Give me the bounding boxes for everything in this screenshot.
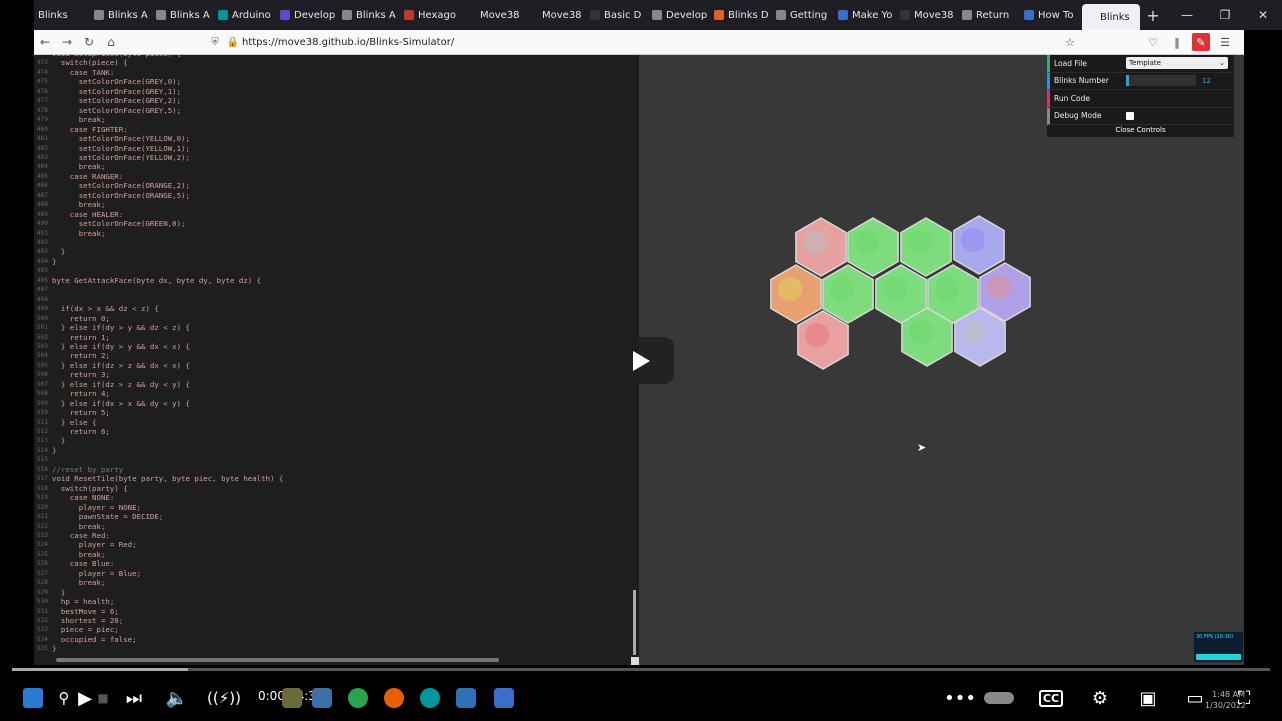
play-icon	[632, 350, 650, 371]
blink-tile[interactable]	[795, 217, 847, 277]
blink-tile-glow	[935, 277, 959, 301]
fullscreen-icon[interactable]: ⛶	[1230, 683, 1258, 713]
video-progress-loaded	[12, 668, 189, 671]
slider-fill	[1126, 75, 1129, 87]
blink-tile[interactable]	[822, 264, 874, 324]
blink-tile-glow	[805, 323, 829, 347]
blinks-number-slider[interactable]	[1126, 75, 1196, 87]
video-progress-bar[interactable]	[12, 668, 1270, 671]
blinks-number-row: Blinks Number 12	[1047, 72, 1234, 90]
blink-tile-glow	[961, 228, 985, 252]
run-code-label[interactable]: Run Code	[1054, 94, 1126, 103]
blink-tile[interactable]	[770, 264, 822, 324]
blink-tile[interactable]	[900, 217, 952, 277]
fps-bar	[1196, 654, 1241, 660]
more-options-icon[interactable]: •••	[944, 683, 976, 713]
autoplay-icon[interactable]: ((⚡))	[200, 683, 248, 713]
file-explorer-icon[interactable]	[282, 688, 302, 708]
load-file-value: Template	[1129, 59, 1161, 68]
blinks-number-label: Blinks Number	[1054, 76, 1109, 86]
fps-meter: 30 FPS (10-30)	[1194, 632, 1243, 662]
blink-tile[interactable]	[847, 217, 899, 277]
load-file-select[interactable]: Template ⌄	[1126, 57, 1228, 70]
blink-tile-glow	[803, 230, 827, 254]
firefox-icon[interactable]	[384, 688, 404, 708]
debug-mode-label: Debug Mode	[1054, 111, 1102, 121]
settings-gear-icon[interactable]: ⚙	[1086, 683, 1114, 713]
stop-icon[interactable]: ■	[96, 683, 110, 713]
load-file-label: Load File	[1054, 58, 1087, 68]
chrome-icon[interactable]	[348, 688, 368, 708]
blink-tile-glow	[855, 230, 879, 254]
taskbar-app-icon[interactable]	[18, 683, 48, 713]
blink-tile-glow	[987, 275, 1011, 299]
load-file-row: Load File Template ⌄	[1047, 55, 1234, 73]
volume-icon[interactable]: 🔈	[164, 683, 190, 713]
arduino-icon[interactable]	[420, 688, 440, 708]
blinks-number-value[interactable]: 12	[1202, 77, 1211, 85]
vscode-icon[interactable]	[456, 688, 476, 708]
blink-tile-glow	[962, 320, 986, 344]
close-controls-button[interactable]: Close Controls	[1047, 125, 1234, 135]
search-icon[interactable]: ⚲	[52, 683, 76, 713]
mail-icon[interactable]	[312, 688, 332, 708]
closed-captions-icon[interactable]: CC	[1038, 683, 1064, 713]
video-play-overlay-button[interactable]	[607, 337, 674, 384]
mouse-cursor-icon: ➤	[917, 441, 927, 454]
play-icon[interactable]: ▶	[74, 683, 96, 713]
discord-icon[interactable]	[494, 688, 514, 708]
simulator-controls-panel: Load File Template ⌄ Blinks Number 12 Ru…	[1047, 55, 1234, 137]
debug-mode-checkbox[interactable]	[1126, 111, 1134, 120]
next-icon[interactable]: ⏭	[122, 683, 146, 713]
blink-tile-glow	[908, 230, 932, 254]
blink-tile-glow	[883, 277, 907, 301]
chevron-down-icon: ⌄	[1219, 59, 1225, 68]
debug-mode-row: Debug Mode	[1047, 107, 1234, 125]
miniplayer-icon[interactable]: ▣	[1134, 683, 1162, 713]
blink-tile-glow	[909, 320, 933, 344]
run-code-row[interactable]: Run Code	[1047, 90, 1234, 108]
blink-tile[interactable]	[953, 215, 1005, 275]
fps-text: 30 FPS (10-30)	[1196, 634, 1234, 640]
autoplay-toggle-icon[interactable]	[982, 683, 1016, 713]
blink-tile[interactable]	[797, 310, 849, 370]
blink-tile-glow	[778, 277, 802, 301]
blink-tile-glow	[830, 277, 854, 301]
